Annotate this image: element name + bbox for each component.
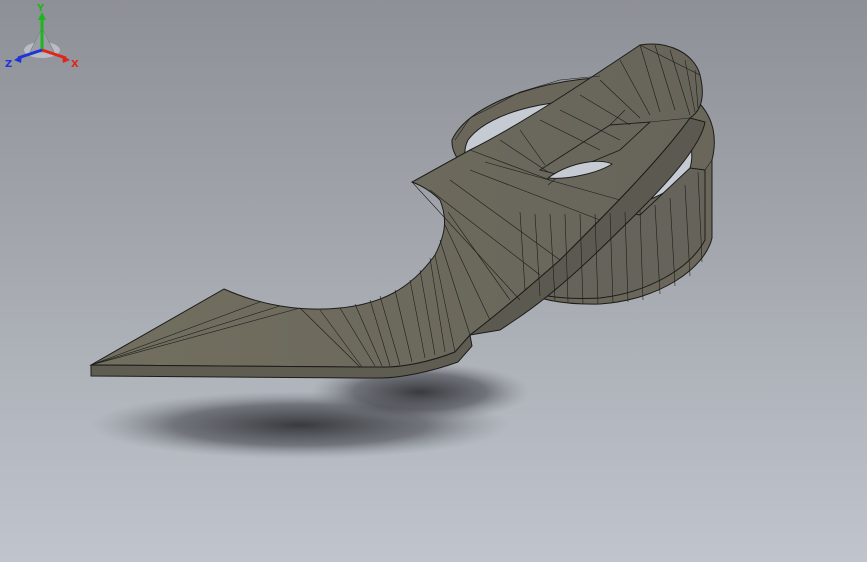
3d-model-render[interactable] — [0, 0, 867, 562]
x-arrow-icon — [62, 55, 70, 63]
orientation-triad[interactable]: Y X Z — [0, 0, 84, 76]
z-arrow-icon — [14, 55, 22, 63]
y-axis-label: Y — [36, 3, 45, 14]
z-axis-label: Z — [5, 59, 12, 70]
graphics-viewport[interactable]: Y X Z — [0, 0, 867, 562]
x-axis-label: X — [71, 59, 79, 70]
blade-body[interactable] — [89, 43, 706, 379]
